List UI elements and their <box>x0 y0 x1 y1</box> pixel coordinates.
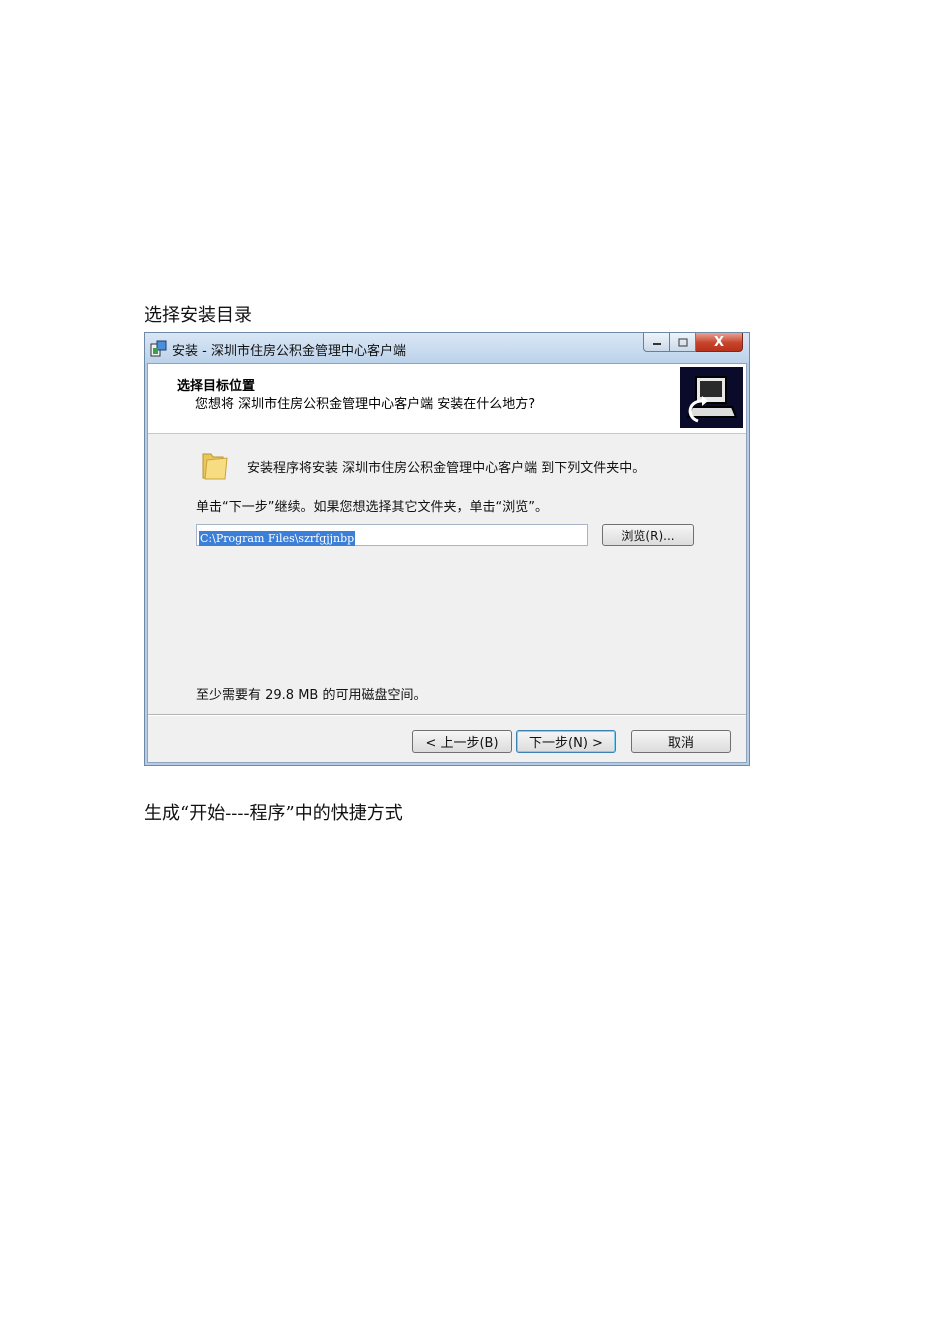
install-target-text: 安装程序将安装 深圳市住房公积金管理中心客户端 到下列文件夹中。 <box>247 461 646 476</box>
cancel-button[interactable]: 取消 <box>631 730 731 753</box>
close-icon: X <box>713 334 725 350</box>
browse-button[interactable]: 浏览(R)... <box>602 524 694 546</box>
footer-divider <box>148 714 746 716</box>
close-button[interactable]: X <box>696 333 743 352</box>
next-button[interactable]: 下一步(N) > <box>516 730 616 753</box>
disk-space-requirement: 至少需要有 29.8 MB 的可用磁盘空间。 <box>196 688 427 703</box>
window-title: 安装 - 深圳市住房公积金管理中心客户端 <box>172 344 406 359</box>
page-title: 选择目标位置 <box>177 379 256 394</box>
wizard-client-area: 选择目标位置 您想将 深圳市住房公积金管理中心客户端 安装在什么地方? 安装程序… <box>147 363 747 763</box>
maximize-button[interactable] <box>670 333 696 352</box>
back-button[interactable]: < 上一步(B) <box>412 730 512 753</box>
maximize-icon <box>677 337 688 347</box>
installer-app-icon <box>150 340 167 357</box>
page-subtitle: 您想将 深圳市住房公积金管理中心客户端 安装在什么地方? <box>195 397 536 412</box>
wizard-header: 选择目标位置 您想将 深圳市住房公积金管理中心客户端 安装在什么地方? <box>148 364 746 434</box>
minimize-icon <box>652 343 661 345</box>
caption-select-install-dir: 选择安装目录 <box>144 305 252 326</box>
computer-install-icon <box>680 367 743 428</box>
folder-icon <box>202 453 228 480</box>
instruction-text: 单击“下一步”继续。如果您想选择其它文件夹，单击“浏览”。 <box>196 500 548 515</box>
caption-create-shortcuts: 生成“开始----程序”中的快捷方式 <box>144 803 403 824</box>
window-controls: X <box>643 333 743 353</box>
minimize-button[interactable] <box>643 333 670 352</box>
install-path-value: C:\Program Files\szrfgjjnbp <box>199 531 356 546</box>
install-path-input[interactable]: C:\Program Files\szrfgjjnbp <box>196 524 588 546</box>
installer-window: 安装 - 深圳市住房公积金管理中心客户端 X 选择目标位置 您想将 深圳市住房公… <box>144 332 750 766</box>
title-bar[interactable]: 安装 - 深圳市住房公积金管理中心客户端 X <box>145 333 749 363</box>
